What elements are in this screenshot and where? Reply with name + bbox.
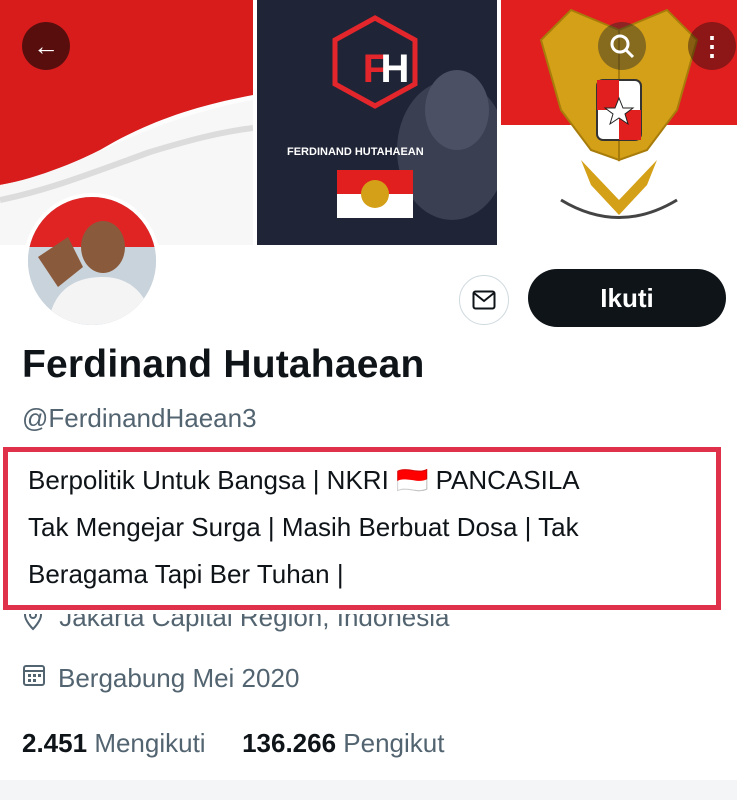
- user-handle: @FerdinandHaean3: [22, 403, 257, 433]
- joined-row: Bergabung Mei 2020: [22, 663, 299, 694]
- location-pin-icon: [22, 614, 44, 638]
- more-vertical-icon: ⋮: [699, 31, 725, 61]
- more-button[interactable]: ⋮: [688, 22, 736, 70]
- message-button[interactable]: [459, 275, 509, 325]
- following-label: Mengikuti: [94, 728, 206, 758]
- bio-highlight-box: Berpolitik Untuk Bangsa | NKRI 🇮🇩 PANCAS…: [3, 447, 721, 610]
- banner-logo-name: FERDINAND HUTAHAEAN: [287, 146, 424, 158]
- back-button[interactable]: ←: [22, 22, 70, 70]
- followers-link[interactable]: 136.266 Pengikut: [242, 728, 444, 758]
- following-count: 2.451: [22, 728, 88, 758]
- bio-line: Beragama Tapi Ber Tuhan |: [28, 559, 344, 589]
- search-icon: [610, 34, 635, 59]
- joined-text: Bergabung Mei 2020: [58, 663, 300, 693]
- calendar-icon: [22, 663, 46, 694]
- banner-portrait-image: F H FERDINAND HUTAHAEAN: [257, 0, 497, 245]
- avatar[interactable]: [24, 193, 160, 329]
- location-row: Jakarta Capital Region, Indonesia: [22, 614, 722, 646]
- search-button[interactable]: [598, 22, 646, 70]
- following-link[interactable]: 2.451 Mengikuti: [22, 728, 213, 758]
- display-name: Ferdinand Hutahaean: [22, 343, 425, 386]
- bottom-edge: [0, 780, 737, 800]
- stats-row: 2.451 Mengikuti 136.266 Pengikut: [22, 728, 444, 759]
- bio-line: Berpolitik Untuk Bangsa | NKRI 🇮🇩 PANCAS…: [28, 465, 580, 495]
- mail-icon: [472, 290, 496, 310]
- followers-count: 136.266: [242, 728, 337, 758]
- bio-line: Tak Mengejar Surga | Masih Berbuat Dosa …: [28, 512, 579, 542]
- follow-button[interactable]: Ikuti: [528, 269, 726, 327]
- location-text: Jakarta Capital Region, Indonesia: [59, 614, 450, 632]
- logo-h: H: [381, 47, 410, 91]
- followers-label: Pengikut: [343, 728, 445, 758]
- arrow-left-icon: ←: [33, 31, 59, 61]
